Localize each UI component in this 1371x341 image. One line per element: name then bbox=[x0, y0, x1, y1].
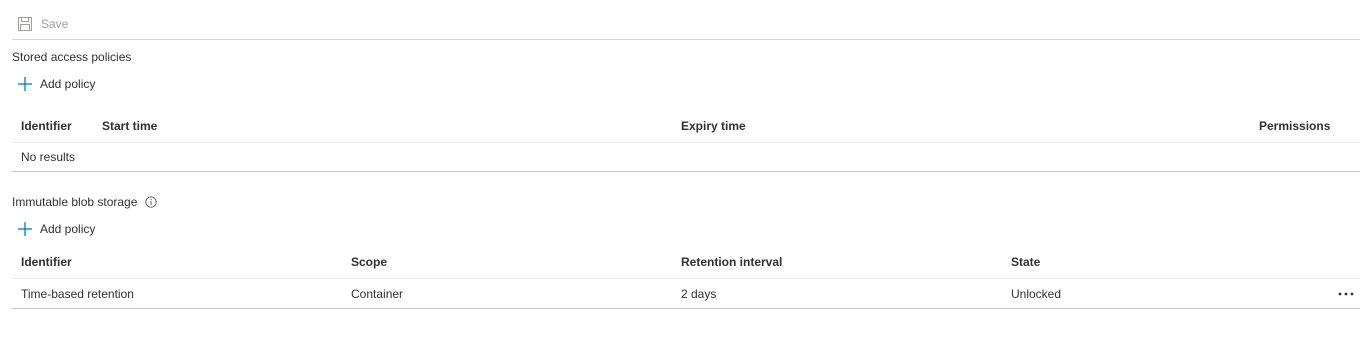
column-header-permissions[interactable]: Permissions bbox=[1259, 110, 1330, 142]
column-header-identifier[interactable]: Identifier bbox=[21, 246, 72, 278]
immutable-blob-storage-table: Identifier Scope Retention interval Stat… bbox=[12, 246, 1360, 309]
save-button[interactable]: Save bbox=[12, 9, 74, 39]
column-header-start-time[interactable]: Start time bbox=[102, 110, 157, 142]
section-title-label: Immutable blob storage bbox=[12, 195, 138, 209]
add-policy-label: Add policy bbox=[40, 77, 96, 91]
column-header-scope[interactable]: Scope bbox=[351, 246, 387, 278]
save-label: Save bbox=[41, 16, 69, 31]
command-bar: Save bbox=[12, 8, 1360, 40]
add-immutable-policy-button[interactable]: Add policy bbox=[18, 222, 95, 236]
column-header-identifier[interactable]: Identifier bbox=[21, 110, 72, 142]
cell-state: Unlocked bbox=[1011, 286, 1062, 301]
cell-scope: Container bbox=[351, 286, 404, 301]
plus-icon bbox=[18, 222, 32, 236]
empty-row: No results bbox=[12, 143, 1360, 172]
column-header-retention-interval[interactable]: Retention interval bbox=[681, 246, 782, 278]
save-icon bbox=[18, 16, 32, 31]
add-stored-policy-button[interactable]: Add policy bbox=[18, 77, 95, 91]
add-policy-label: Add policy bbox=[40, 222, 96, 236]
column-header-state[interactable]: State bbox=[1011, 246, 1040, 278]
ellipsis-icon bbox=[1338, 292, 1354, 295]
table-row[interactable]: Time-based retention Container 2 days Un… bbox=[12, 279, 1360, 309]
plus-icon bbox=[18, 77, 32, 91]
info-icon[interactable] bbox=[145, 196, 158, 208]
section-title-label: Stored access policies bbox=[12, 50, 132, 64]
table-header: Identifier Start time Expiry time Permis… bbox=[12, 110, 1360, 143]
cell-retention-interval: 2 days bbox=[681, 286, 717, 301]
stored-access-policies-table: Identifier Start time Expiry time Permis… bbox=[12, 110, 1360, 172]
no-results-text: No results bbox=[21, 150, 76, 164]
immutable-blob-storage-title: Immutable blob storage bbox=[12, 195, 158, 209]
more-options-button[interactable] bbox=[1338, 279, 1354, 308]
column-header-expiry-time[interactable]: Expiry time bbox=[681, 110, 746, 142]
table-header: Identifier Scope Retention interval Stat… bbox=[12, 246, 1360, 279]
stored-access-policies-title: Stored access policies bbox=[12, 50, 131, 64]
cell-identifier: Time-based retention bbox=[21, 286, 134, 301]
